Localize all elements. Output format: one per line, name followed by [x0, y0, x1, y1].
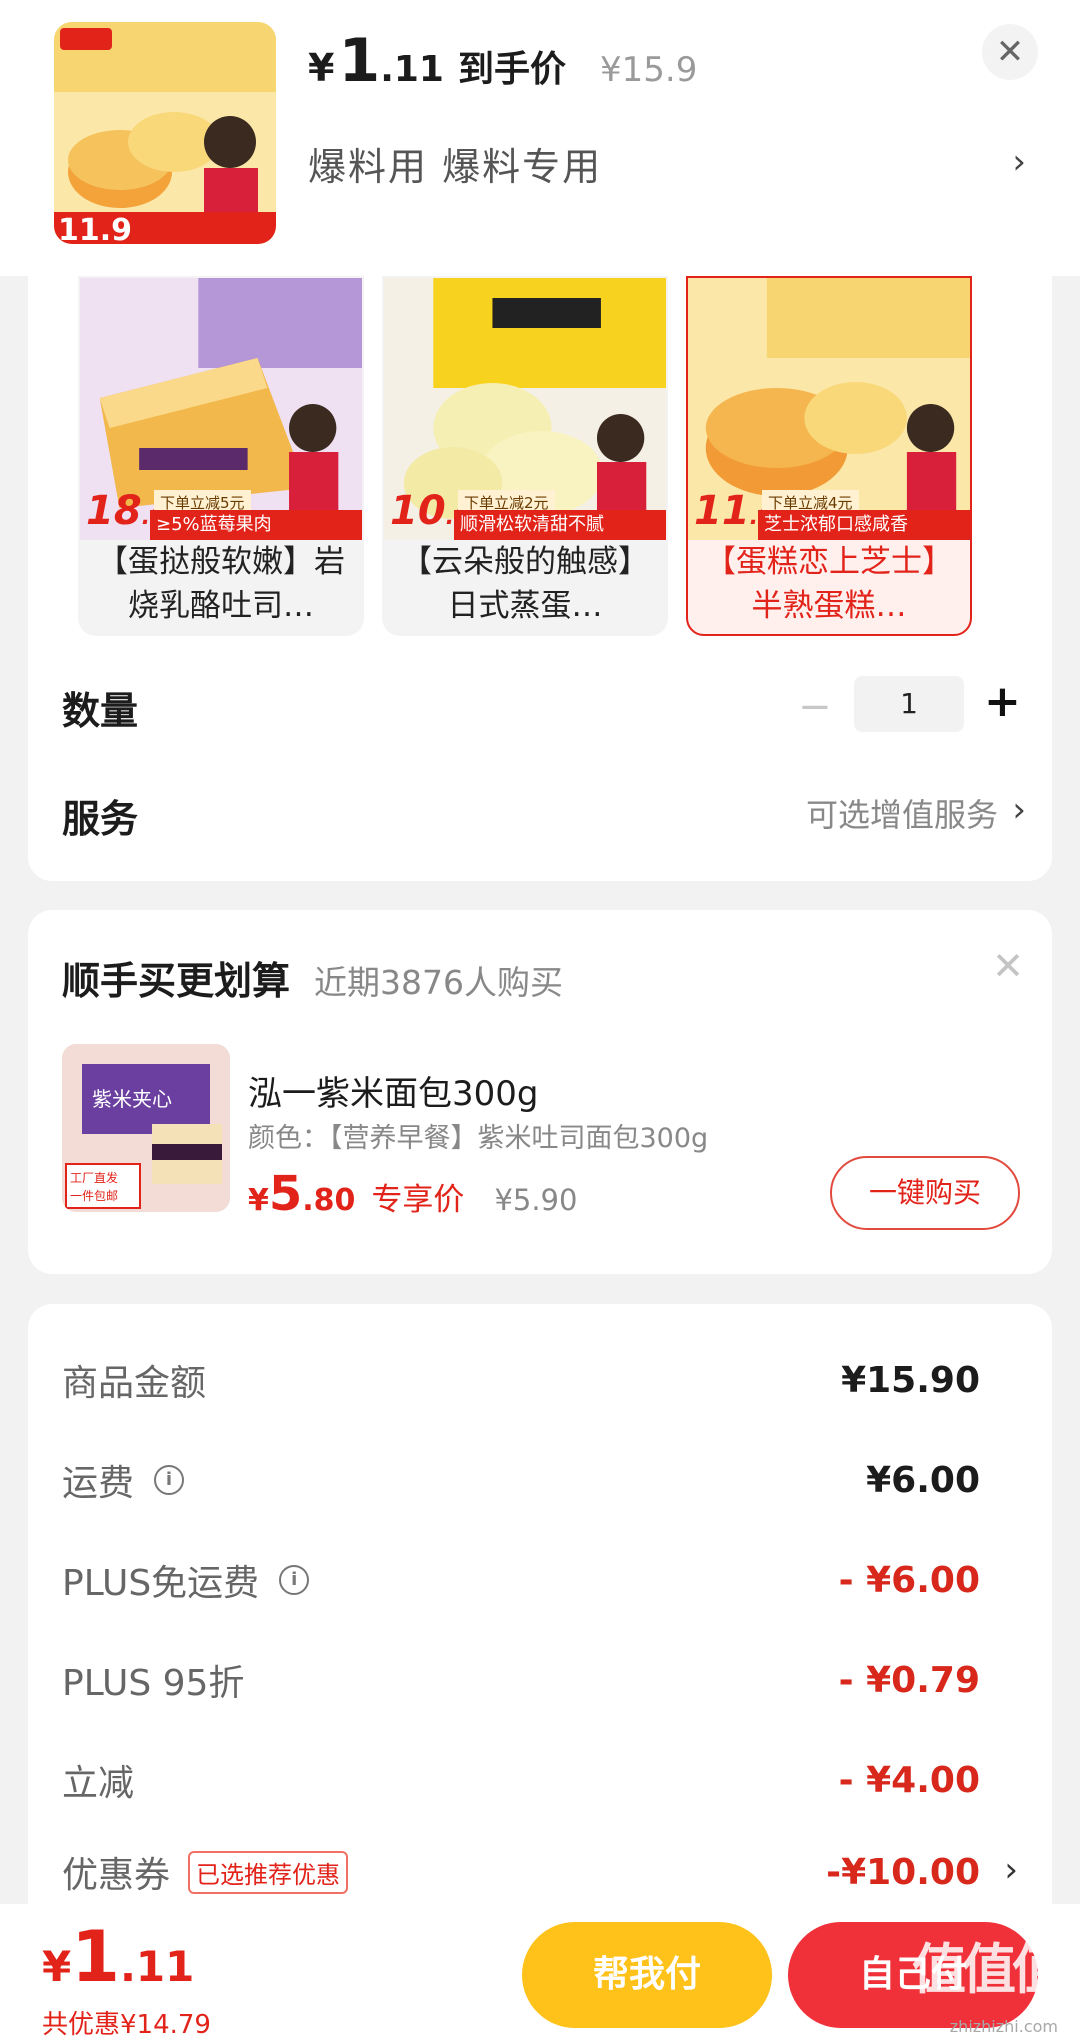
- variant-feature-strip: 顺滑松软清甜不腻: [454, 510, 666, 540]
- final-price: ¥ 1 .11 到手价 ¥15.9: [308, 26, 697, 106]
- price-integer: 1: [338, 26, 381, 96]
- watermark-url: zhizhizhi.com: [949, 2017, 1058, 2036]
- bundle-product-name[interactable]: 泓一紫米面包300g: [248, 1066, 538, 1115]
- total-currency: ¥: [42, 1942, 72, 1991]
- bundle-price: ¥ 5 .80 专享价 ¥5.90: [248, 1166, 577, 1222]
- summary-value: - ¥4.00: [838, 1759, 980, 1801]
- bundle-card: 顺手买更划算 近期3876人购买 ✕ 紫米夹心 工厂直发 一件包邮 泓一紫米面包…: [28, 910, 1052, 1274]
- total-price: ¥ 1 .11: [42, 1916, 194, 1998]
- service-option-link[interactable]: 可选增值服务: [806, 790, 998, 836]
- summary-label: PLUS 95折: [62, 1663, 245, 1704]
- variant-title: 【蛋糕恋上芝士】半熟蛋糕…: [705, 544, 953, 624]
- summary-row-plus-discount: PLUS 95折 - ¥0.79: [62, 1650, 980, 1710]
- bundle-price-currency: ¥: [248, 1183, 269, 1218]
- variant-list: 18.9 下单立减5元 ≥5%蓝莓果肉 【蛋挞般软嫩】岩烧乳酪吐司… 10.9 …: [78, 276, 1003, 636]
- summary-row-subtotal: 商品金额 ¥15.90: [62, 1350, 980, 1410]
- total-decimal: .11: [119, 1942, 195, 1991]
- service-label: 服务: [62, 797, 139, 841]
- coupon-tag: 已选推荐优惠: [188, 1850, 349, 1894]
- info-icon[interactable]: i: [279, 1565, 310, 1595]
- bundle-price-decimal: .80: [302, 1183, 356, 1218]
- summary-row-plus-free-shipping: PLUS免运费 i - ¥6.00: [62, 1550, 980, 1610]
- total-integer: 1: [71, 1916, 120, 1998]
- summary-label: 立减: [62, 1763, 135, 1804]
- variant-item-selected[interactable]: 11.9 下单立减4元 芝士浓郁口感咸香 【蛋糕恋上芝士】半熟蛋糕…: [686, 276, 972, 636]
- bundle-product-spec: 颜色：【营养早餐】紫米吐司面包300g: [248, 1123, 709, 1154]
- summary-label: 运费: [62, 1463, 135, 1504]
- summary-label-wrap: 优惠券 已选推荐优惠: [62, 1846, 349, 1898]
- price-decimal: .11: [380, 49, 444, 90]
- info-icon[interactable]: i: [154, 1465, 185, 1495]
- price-summary-card: 商品金额 ¥15.90 运费 i ¥6.00 PLUS免运费 i - ¥6.00 P…: [28, 1304, 1052, 1904]
- bundle-product-image: 紫米夹心 工厂直发 一件包邮: [62, 1044, 230, 1212]
- original-price: ¥15.9: [600, 50, 698, 90]
- product-subtitle[interactable]: 爆料用 爆料专用: [308, 136, 602, 191]
- quantity-input[interactable]: 1: [854, 676, 964, 732]
- price-currency: ¥: [308, 46, 335, 90]
- summary-value: ¥6.00: [866, 1459, 980, 1501]
- summary-label: PLUS免运费: [62, 1563, 260, 1604]
- close-button[interactable]: ✕: [982, 24, 1038, 80]
- variant-item[interactable]: 18.9 下单立减5元 ≥5%蓝莓果肉 【蛋挞般软嫩】岩烧乳酪吐司…: [78, 276, 364, 636]
- total-discount: 共优惠¥14.79: [42, 2010, 211, 2040]
- chevron-right-icon[interactable]: ›: [1004, 1850, 1018, 1890]
- product-thumbnail: 11.9: [54, 22, 276, 244]
- summary-label-wrap: PLUS免运费 i: [62, 1554, 310, 1606]
- summary-row-instant-discount: 立减 - ¥4.00: [62, 1750, 980, 1810]
- chevron-right-icon[interactable]: ›: [1012, 142, 1026, 182]
- quantity-decrease-button[interactable]: −: [798, 684, 832, 730]
- bundle-title: 顺手买更划算: [62, 959, 291, 1003]
- svg-text:紫米夹心: 紫米夹心: [92, 1087, 172, 1111]
- variant-feature-strip: ≥5%蓝莓果肉: [150, 510, 362, 540]
- variant-title: 【云朵般的触感】日式蒸蛋…: [401, 544, 649, 624]
- bundle-price-label: 专享价: [371, 1182, 465, 1218]
- summary-value: - ¥6.00: [838, 1559, 980, 1601]
- quantity-label: 数量: [62, 689, 139, 733]
- bundle-original-price: ¥5.90: [494, 1183, 578, 1217]
- variant-title: 【蛋挞般软嫩】岩烧乳酪吐司…: [97, 544, 345, 624]
- bundle-purchase-count: 近期3876人购买: [314, 963, 563, 1002]
- summary-row-shipping: 运费 i ¥6.00: [62, 1450, 980, 1510]
- one-click-buy-button[interactable]: 一键购买: [830, 1156, 1020, 1230]
- watermark-logo: 值值值: [912, 1938, 1066, 2001]
- variant-feature-strip: 芝士浓郁口感咸香: [758, 510, 970, 540]
- summary-row-coupon[interactable]: 优惠券 已选推荐优惠 -¥10.00: [62, 1842, 980, 1902]
- close-icon[interactable]: ✕: [992, 944, 1024, 988]
- summary-value: ¥15.90: [841, 1359, 980, 1401]
- variant-item[interactable]: 10.9 下单立减2元 顺滑松软清甜不腻 【云朵般的触感】日式蒸蛋…: [382, 276, 668, 636]
- price-label: 到手价: [457, 49, 566, 90]
- svg-text:一件包邮: 一件包邮: [70, 1189, 118, 1203]
- bundle-price-integer: 5: [268, 1166, 303, 1222]
- svg-text:11.9: 11.9: [58, 213, 132, 244]
- summary-label: 商品金额: [62, 1363, 207, 1404]
- summary-value: - ¥0.79: [838, 1659, 980, 1701]
- summary-label-wrap: 运费 i: [62, 1454, 185, 1506]
- help-me-pay-button[interactable]: 帮我付: [522, 1922, 772, 2028]
- summary-value: -¥10.00: [826, 1851, 980, 1893]
- chevron-right-icon[interactable]: ›: [1012, 790, 1026, 830]
- checkout-bar: ¥ 1 .11 共优惠¥14.79 帮我付 自己付 值值值 zhizhizhi.…: [0, 1904, 1080, 2044]
- product-header: 11.9 ¥ 1 .11 到手价 ¥15.9 爆料用 爆料专用 › ✕: [0, 0, 1080, 276]
- summary-label: 优惠券: [62, 1855, 171, 1896]
- quantity-increase-button[interactable]: +: [984, 676, 1021, 727]
- svg-text:工厂直发: 工厂直发: [70, 1170, 118, 1185]
